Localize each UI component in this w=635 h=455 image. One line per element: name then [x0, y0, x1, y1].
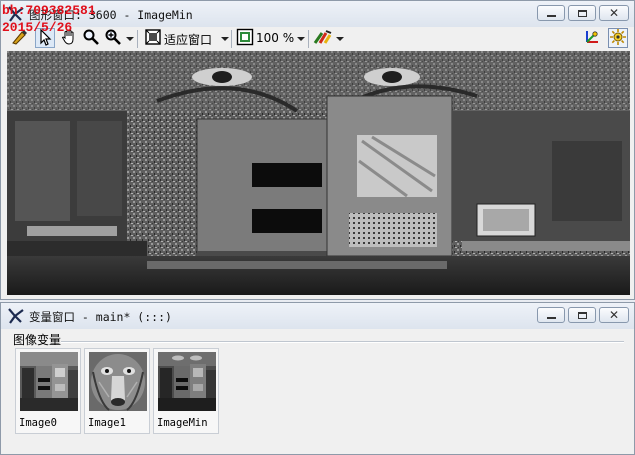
color-dropdown-arrow[interactable] [336, 37, 344, 41]
minimize-button[interactable] [537, 5, 565, 21]
fit-dropdown-arrow[interactable] [221, 37, 229, 41]
sun-gear-icon [609, 28, 627, 49]
magnifier-icon [82, 28, 100, 49]
zoom-percent-label[interactable]: 100 % [256, 31, 294, 45]
image-variable-label: ImageMin [157, 417, 208, 429]
image-variable-item[interactable]: ImageMin [153, 348, 219, 434]
magnifier-button[interactable] [81, 28, 101, 48]
image-variable-item[interactable]: Image1 [84, 348, 150, 434]
close-icon: ✕ [608, 6, 620, 20]
minimize-button[interactable] [537, 307, 565, 323]
image-thumbnail [20, 352, 78, 411]
zoom-percent-dropdown-arrow[interactable] [297, 37, 305, 41]
image-thumbnail [89, 352, 147, 411]
settings-button[interactable] [608, 28, 628, 48]
close-icon: ✕ [608, 308, 620, 322]
graphics-window: 图形窗口: 3600 - ImageMin ✕ 适应窗口 100 % [0, 0, 635, 300]
section-divider [61, 341, 624, 343]
maximize-button[interactable] [568, 5, 596, 21]
fit-window-label[interactable]: 适应窗口 [164, 31, 212, 48]
maximize-icon [577, 311, 587, 319]
minimize-icon [546, 316, 556, 319]
maximize-button[interactable] [568, 307, 596, 323]
zoom-dropdown-arrow[interactable] [126, 37, 134, 41]
close-button[interactable]: ✕ [599, 5, 629, 21]
variable-window: 变量窗口 - main* (:::) ✕ 图像变量 Image0 Image1 … [0, 302, 635, 455]
axis-icon [583, 28, 601, 49]
zoom-in-icon [104, 28, 122, 49]
image-variable-label: Image0 [19, 417, 57, 429]
toolbar-separator [137, 30, 138, 48]
graphics-toolbar: 适应窗口 100 % [3, 27, 632, 51]
halcon-app-icon [7, 308, 25, 327]
image-variables-label: 图像变量 [13, 333, 62, 347]
displayed-image [7, 51, 630, 295]
image-thumbnail [158, 352, 216, 411]
fit-window-icon [144, 28, 162, 49]
toolbar-separator [308, 30, 309, 48]
close-button[interactable]: ✕ [599, 307, 629, 323]
maximize-icon [577, 9, 587, 17]
watermark-id: bh:709382581 [2, 3, 96, 18]
fit-window-button[interactable] [143, 28, 163, 48]
color-tool-button[interactable] [313, 28, 333, 48]
zoom-percent-button[interactable] [235, 28, 255, 48]
minimize-icon [546, 14, 556, 17]
image-zoom-icon [236, 28, 254, 49]
zoom-in-button[interactable] [103, 28, 123, 48]
watermark-date: 2015/5/26 [2, 20, 73, 35]
image-viewport[interactable] [7, 51, 630, 295]
image-variable-label: Image1 [88, 417, 126, 429]
variable-window-title: 变量窗口 - main* (:::) [29, 310, 172, 324]
toolbar-separator [231, 30, 232, 48]
image-variable-item[interactable]: Image0 [15, 348, 81, 434]
variable-window-titlebar[interactable]: 变量窗口 - main* (:::) ✕ [1, 303, 634, 329]
color-pen-icon [313, 28, 333, 49]
axis-tool-button[interactable] [582, 28, 602, 48]
